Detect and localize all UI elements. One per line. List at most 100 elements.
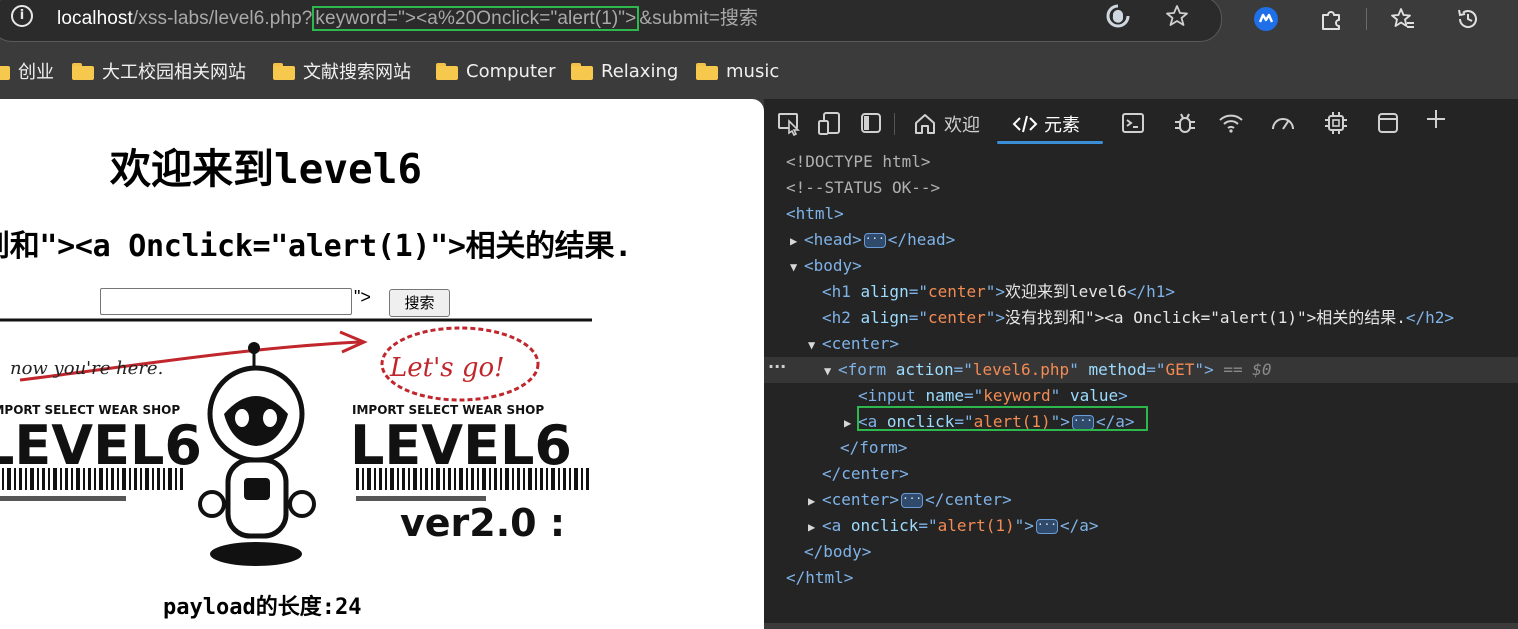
dock-icon[interactable]: [858, 110, 884, 136]
injected-leftover-text: ">: [354, 287, 371, 307]
device-emulation-icon[interactable]: [816, 110, 842, 136]
attr-name: value: [1069, 386, 1119, 405]
tag-text: </head>: [887, 230, 956, 249]
attr-name: action: [895, 360, 954, 379]
art-level-right: LEVEL6: [350, 414, 572, 477]
tag-text: ">: [985, 308, 1006, 327]
tag-text: >: [1204, 360, 1214, 379]
tag-text: <input: [858, 386, 926, 405]
dom-node-center-2[interactable]: ▶ <center> ··· </center>: [764, 487, 1518, 513]
edge-refresh-icon[interactable]: [1105, 3, 1131, 29]
attr-value: center: [927, 308, 986, 327]
dom-node-center-close[interactable]: </center>: [764, 461, 1518, 487]
dom-node-html[interactable]: <html>: [764, 201, 1518, 227]
web-page-viewport: 欢迎来到level6 到和"><a Onclick="alert(1)">相关的…: [0, 99, 764, 629]
browser-toolbar: i localhost/xss-labs/level6.php? keyword=…: [0, 0, 1518, 42]
puzzle-extensions-icon[interactable]: [1318, 6, 1344, 32]
tag-text: <center>: [822, 490, 900, 509]
tag-text: ": [1050, 386, 1070, 405]
tag-text: <h1: [822, 282, 861, 301]
art-version: ver2.0 :: [400, 501, 565, 545]
bookmark-folder[interactable]: Computer: [436, 56, 555, 86]
memory-chip-icon[interactable]: [1323, 110, 1349, 136]
art-barcode-right: [356, 468, 589, 501]
application-window-icon[interactable]: [1375, 110, 1401, 136]
collapsed-ellipsis-icon[interactable]: ···: [863, 233, 886, 248]
bookmark-folder[interactable]: music: [696, 56, 779, 86]
expand-triangle-icon[interactable]: ▶: [790, 228, 804, 254]
info-icon[interactable]: i: [11, 5, 33, 27]
collapsed-ellipsis-icon[interactable]: ···: [901, 493, 924, 508]
tag-text: </h1>: [1126, 282, 1176, 301]
toolbar-divider: [894, 113, 895, 135]
dom-node-body-close[interactable]: </body>: [764, 539, 1518, 565]
attr-value: keyword: [983, 386, 1051, 405]
network-wifi-icon[interactable]: [1218, 110, 1244, 136]
history-icon[interactable]: [1455, 6, 1481, 32]
extension-app-icon[interactable]: [1253, 6, 1279, 32]
tag-text: =": [908, 282, 928, 301]
tab-elements[interactable]: 元素: [1012, 111, 1080, 137]
tag-text: <form: [838, 360, 896, 379]
collapsed-ellipsis-icon[interactable]: ···: [1035, 519, 1058, 534]
debugger-bug-icon[interactable]: [1172, 110, 1198, 136]
keyword-input[interactable]: [100, 288, 352, 315]
performance-gauge-icon[interactable]: [1270, 110, 1296, 136]
dom-node-comment[interactable]: <!--STATUS OK-->: [764, 175, 1518, 201]
url-text[interactable]: localhost/xss-labs/level6.php? keyword=">…: [57, 3, 758, 31]
dom-node-a-2[interactable]: ▶ <a onclick="alert(1)"> ··· </a>: [764, 513, 1518, 539]
console-icon[interactable]: [1120, 110, 1146, 136]
bookmark-folder[interactable]: Relaxing: [571, 56, 678, 86]
node-text: 欢迎来到level6: [1005, 282, 1127, 301]
tag-text: </center>: [925, 490, 1012, 509]
dom-node-body[interactable]: ▼ <body>: [764, 253, 1518, 279]
attr-name: name: [925, 386, 964, 405]
page-title: 欢迎来到level6: [110, 145, 423, 193]
bookmark-folder[interactable]: 文献搜索网站: [273, 56, 411, 86]
bookmark-folder[interactable]: 大工校园相关网站: [72, 56, 246, 86]
favorite-star-icon[interactable]: [1164, 3, 1190, 29]
address-bar[interactable]: i localhost/xss-labs/level6.php? keyword=…: [0, 0, 1222, 42]
art-robot: [198, 342, 316, 566]
url-host: localhost: [57, 8, 133, 29]
bookmark-label: Relaxing: [601, 60, 679, 82]
tag-text: >: [1118, 386, 1128, 405]
art-caption-right: Let's go!: [389, 353, 505, 383]
doctype-text: <!DOCTYPE html>: [786, 152, 931, 171]
tag-text: </form>: [840, 438, 908, 457]
favorites-icon[interactable]: [1390, 6, 1416, 32]
folder-icon: [72, 62, 94, 80]
tag-text: </body>: [804, 542, 872, 561]
collapse-triangle-icon[interactable]: ▼: [808, 332, 822, 358]
expand-triangle-icon[interactable]: ▶: [844, 410, 858, 436]
folder-icon: [0, 63, 10, 80]
inspect-icon[interactable]: [776, 110, 802, 136]
dom-node-h1[interactable]: <h1 align="center">欢迎来到level6</h1>: [764, 279, 1518, 305]
expand-triangle-icon[interactable]: ▶: [808, 514, 822, 540]
tag-text: <h2: [822, 308, 861, 327]
dom-node-doctype[interactable]: <!DOCTYPE html>: [764, 149, 1518, 175]
collapse-triangle-icon[interactable]: ▼: [790, 254, 804, 280]
search-button[interactable]: 搜索: [389, 289, 450, 317]
art-caption-left: now you're here.: [10, 358, 163, 379]
bookmark-folder[interactable]: 创业: [0, 56, 54, 86]
attr-name: align: [860, 282, 909, 301]
toolbar-divider: [1366, 8, 1367, 30]
dom-node-head[interactable]: ▶ <head> ··· </head>: [764, 227, 1518, 253]
dom-node-html-close[interactable]: </html>: [764, 565, 1518, 591]
tag-text: </center>: [822, 464, 909, 483]
tab-welcome[interactable]: 欢迎: [912, 111, 980, 137]
dom-node-form-close[interactable]: </form>: [764, 435, 1518, 461]
more-actions-icon[interactable]: ···: [768, 357, 786, 376]
tag-text: <html>: [786, 204, 844, 223]
dom-node-h2[interactable]: <h2 align="center">没有找到和"><a Onclick="al…: [764, 305, 1518, 331]
tag-text: </html>: [786, 568, 854, 587]
dom-node-form-selected[interactable]: ··· ▼ <form action="level6.php" method="GE…: [764, 357, 1518, 383]
add-tab-icon[interactable]: [1423, 106, 1449, 132]
dom-node-center[interactable]: ▼ <center>: [764, 331, 1518, 357]
bookmark-label: music: [726, 60, 780, 82]
expand-triangle-icon[interactable]: ▶: [808, 488, 822, 514]
comment-text: <!--STATUS OK-->: [786, 178, 941, 197]
collapse-triangle-icon[interactable]: ▼: [824, 358, 838, 384]
page-result-heading: 到和"><a Onclick="alert(1)">相关的结果.: [0, 229, 632, 264]
